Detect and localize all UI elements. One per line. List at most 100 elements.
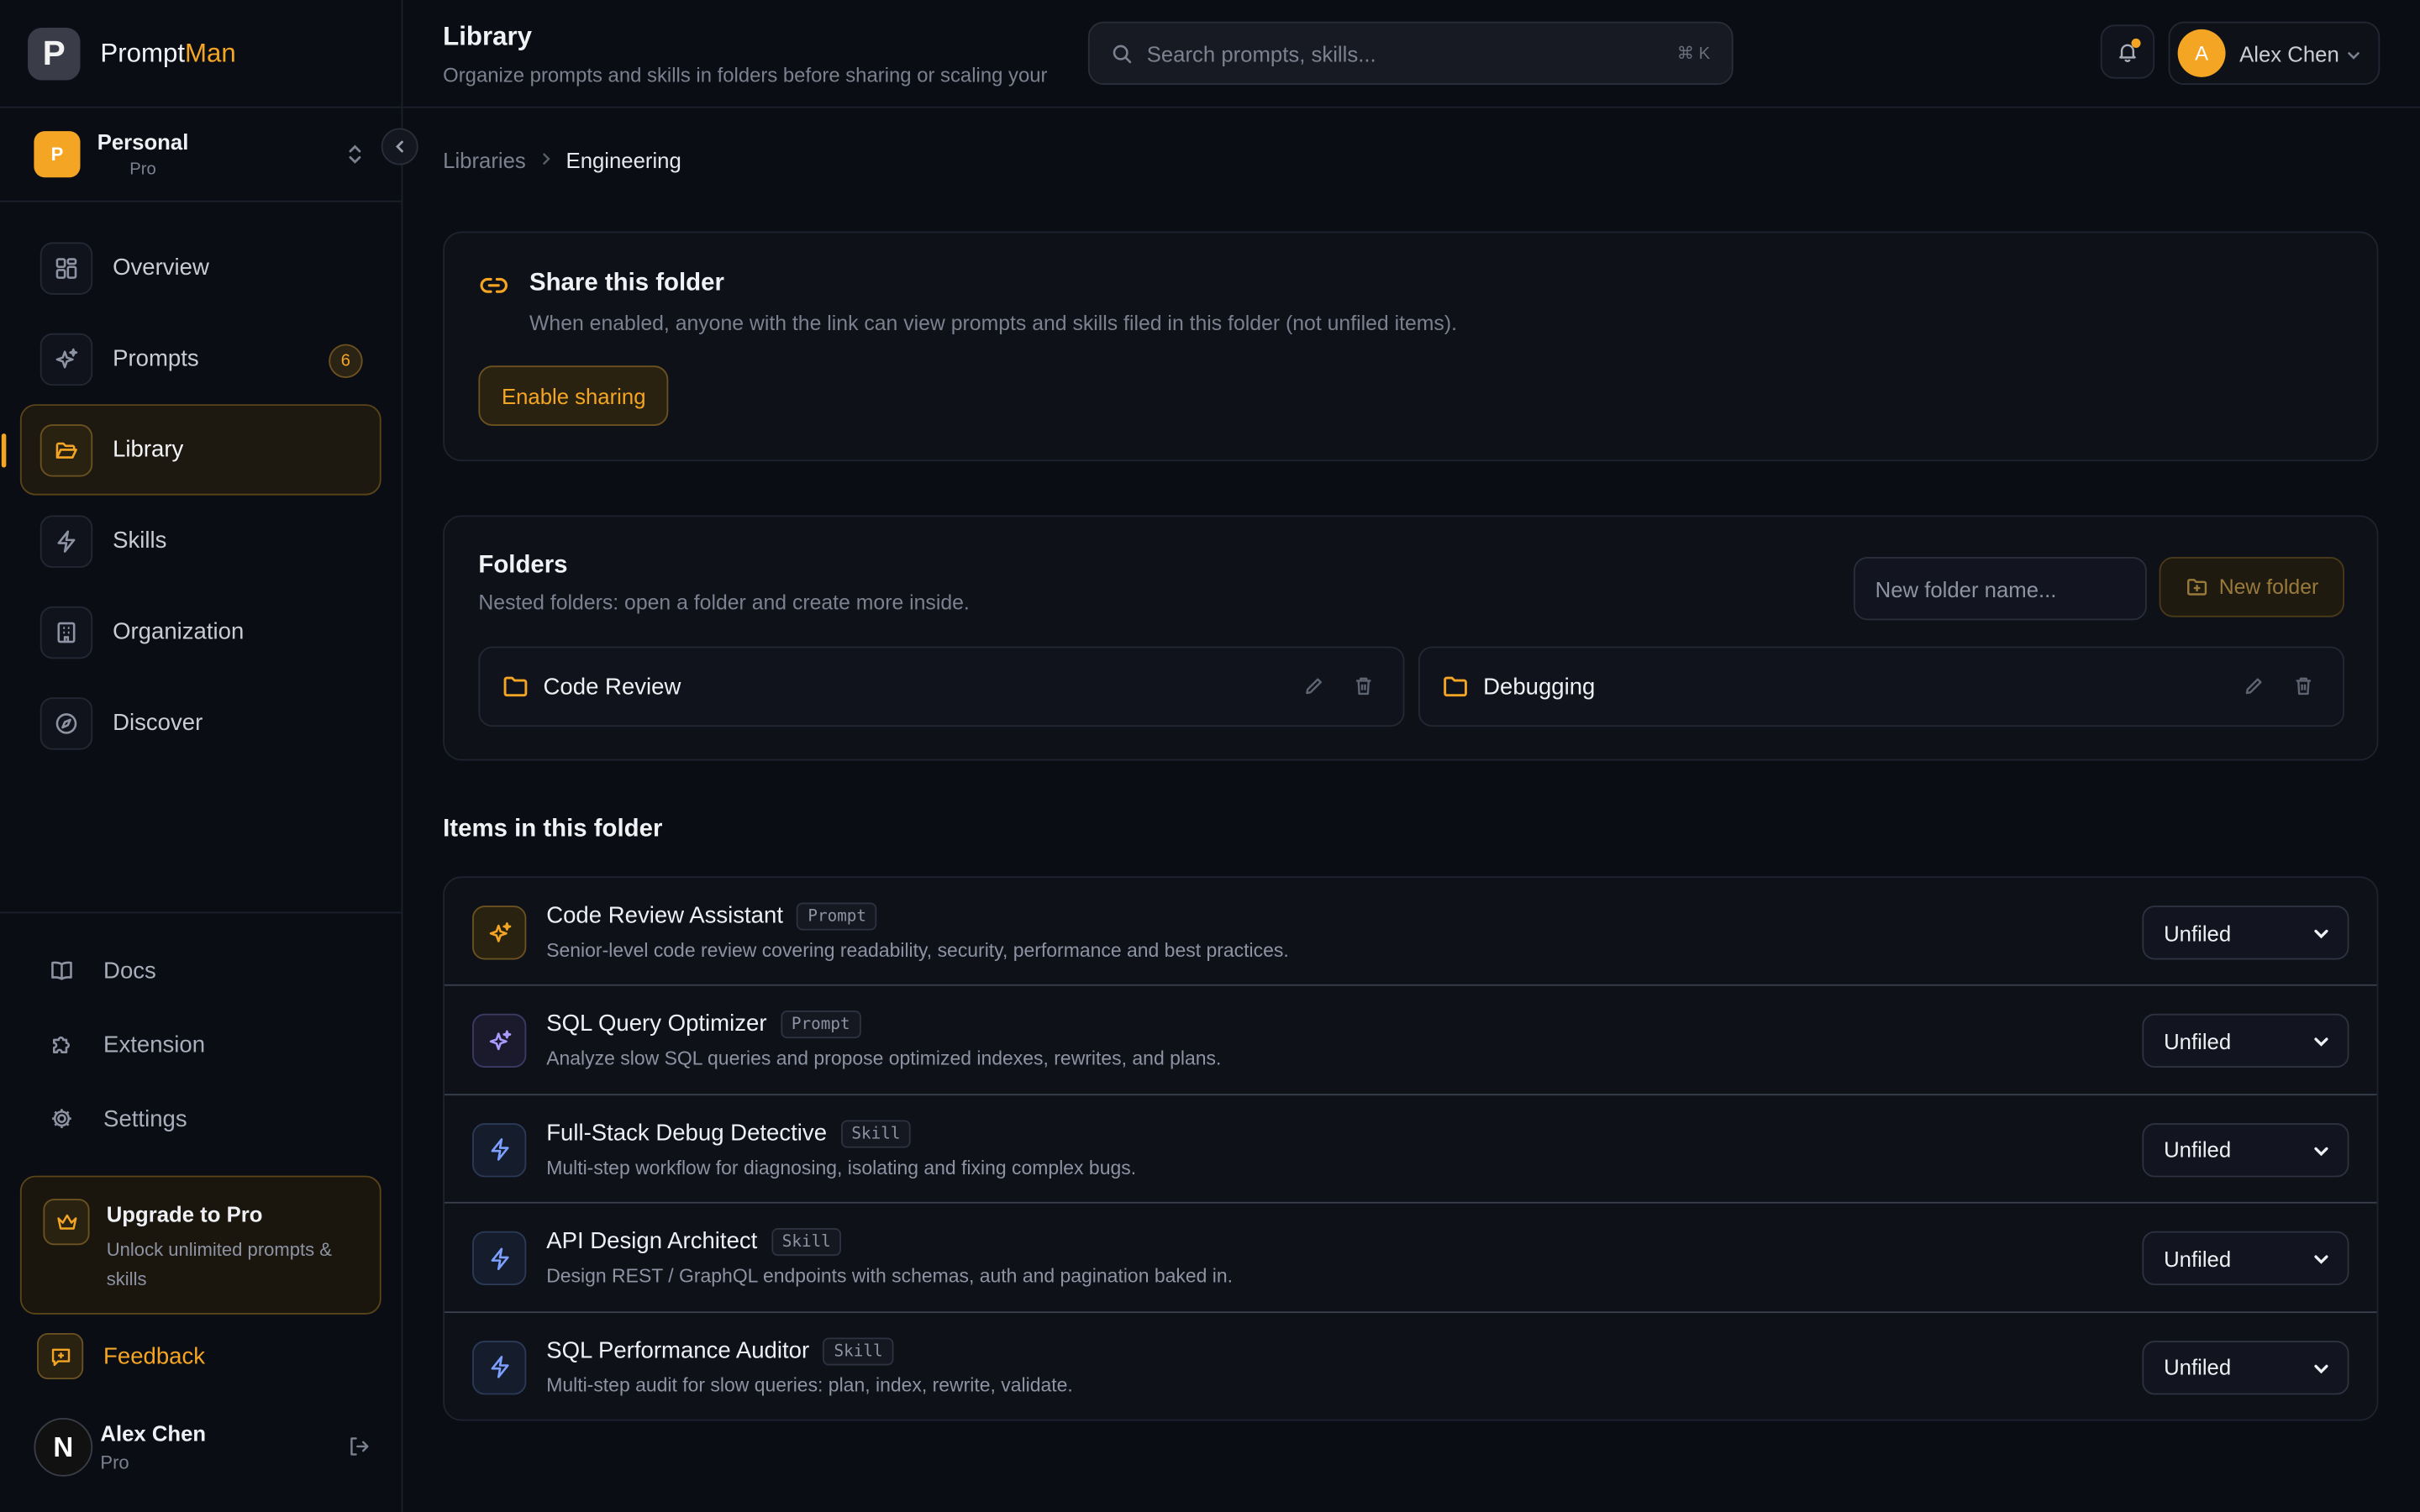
folder-select[interactable]: Unfiled bbox=[2142, 1122, 2349, 1178]
crown-icon bbox=[43, 1199, 90, 1246]
list-item[interactable]: Full-Stack Debug Detective Skill Multi-st… bbox=[444, 1095, 2377, 1204]
collapse-sidebar-button[interactable] bbox=[381, 128, 418, 165]
list-item[interactable]: SQL Query Optimizer Prompt Analyze slow S… bbox=[444, 986, 2377, 1095]
sidebar-link-label: Settings bbox=[103, 1105, 187, 1132]
brand-name-part1: Prompt bbox=[100, 38, 186, 67]
breadcrumb-current: Engineering bbox=[566, 148, 681, 173]
item-name: API Design Architect bbox=[546, 1228, 758, 1255]
folder-tile[interactable]: Code Review bbox=[478, 646, 1405, 727]
nav-item-skills[interactable]: Skills bbox=[20, 496, 381, 586]
folder-select[interactable]: Unfiled bbox=[2142, 1014, 2349, 1068]
user-menu[interactable]: A Alex Chen bbox=[2168, 21, 2381, 86]
sidebar-link-settings[interactable]: Settings bbox=[0, 1082, 402, 1156]
nav-item-organization[interactable]: Organization bbox=[20, 586, 381, 677]
nav-label: Overview bbox=[113, 255, 209, 281]
book-icon bbox=[48, 958, 76, 983]
feedback-button[interactable]: Feedback bbox=[20, 1322, 381, 1390]
list-item[interactable]: API Design Architect Skill Design REST / … bbox=[444, 1204, 2377, 1313]
sidebar-user[interactable]: N Alex Chen Pro bbox=[34, 1417, 373, 1477]
page-title: Library bbox=[443, 21, 533, 51]
folder-plus-icon bbox=[2185, 575, 2208, 599]
chevron-down-icon bbox=[2312, 1358, 2330, 1377]
sparkles-icon bbox=[39, 332, 93, 386]
notification-dot bbox=[2131, 38, 2141, 48]
link-icon bbox=[478, 270, 509, 308]
nav-label: Skills bbox=[113, 528, 167, 554]
folder-select-value: Unfiled bbox=[2164, 920, 2232, 946]
sparkles-icon bbox=[472, 906, 527, 960]
zap-icon bbox=[39, 514, 93, 568]
brand[interactable]: P PromptMan bbox=[0, 0, 402, 108]
new-folder-label: New folder bbox=[2218, 575, 2319, 599]
folder-tile[interactable]: Debugging bbox=[1418, 646, 2345, 727]
enable-sharing-button[interactable]: Enable sharing bbox=[478, 365, 670, 426]
sidebar: P PromptMan P Personal Pro Overview Prom… bbox=[0, 0, 418, 1512]
folder-name: Code Review bbox=[543, 673, 681, 700]
folder-select-value: Unfiled bbox=[2164, 1246, 2232, 1271]
pencil-icon[interactable] bbox=[1302, 675, 1326, 706]
folder-select-value: Unfiled bbox=[2164, 1354, 2232, 1380]
folder-select[interactable]: Unfiled bbox=[2142, 1231, 2349, 1286]
sidebar-link-label: Docs bbox=[103, 957, 156, 984]
item-type-badge: Prompt bbox=[797, 902, 877, 931]
folders-subtitle: Nested folders: open a folder and create… bbox=[478, 591, 970, 615]
folder-select-value: Unfiled bbox=[2164, 1028, 2232, 1054]
breadcrumb-libraries[interactable]: Libraries bbox=[443, 148, 526, 172]
sidebar-link-docs[interactable]: Docs bbox=[0, 933, 402, 1007]
folder-select[interactable]: Unfiled bbox=[2142, 906, 2349, 960]
new-folder-name-input[interactable] bbox=[1853, 557, 2147, 621]
workspace-avatar: P bbox=[34, 131, 81, 178]
pencil-icon[interactable] bbox=[2243, 675, 2266, 706]
folders-card: Folders Nested folders: open a folder an… bbox=[443, 515, 2379, 761]
trash-icon[interactable] bbox=[2292, 675, 2316, 706]
search-icon bbox=[1111, 43, 1133, 65]
puzzle-icon bbox=[48, 1032, 76, 1057]
upgrade-to-pro-card[interactable]: Upgrade to Pro Unlock unlimited prompts … bbox=[19, 1175, 381, 1315]
grid-icon bbox=[39, 241, 93, 294]
item-description: Senior-level code review covering readab… bbox=[546, 939, 1289, 962]
nav-item-library[interactable]: Library bbox=[1, 404, 381, 496]
nav-label: Organization bbox=[113, 618, 245, 645]
workspace-plan: Pro bbox=[129, 160, 156, 180]
workspace-switcher[interactable]: P Personal Pro bbox=[0, 108, 402, 202]
item-name: Code Review Assistant bbox=[546, 902, 783, 929]
sidebar-link-extension[interactable]: Extension bbox=[0, 1007, 402, 1081]
share-description: When enabled, anyone with the link can v… bbox=[529, 312, 1457, 335]
item-description: Multi-step audit for slow queries: plan,… bbox=[546, 1373, 1073, 1396]
avatar: N bbox=[34, 1417, 93, 1477]
page-subtitle: Organize prompts and skills in folders b… bbox=[443, 63, 1048, 87]
brand-name: PromptMan bbox=[100, 38, 235, 69]
item-description: Multi-step workflow for diagnosing, isol… bbox=[546, 1157, 1137, 1179]
nav-item-prompts[interactable]: Prompts 6 bbox=[20, 313, 381, 404]
sparkles-icon bbox=[472, 1014, 527, 1068]
main-content: Library Organize prompts and skills in f… bbox=[402, 0, 2420, 1512]
list-item[interactable]: Code Review Assistant Prompt Senior-level… bbox=[444, 878, 2377, 987]
folder-select[interactable]: Unfiled bbox=[2142, 1340, 2349, 1394]
item-name: Full-Stack Debug Detective bbox=[546, 1120, 828, 1147]
new-folder-button[interactable]: New folder bbox=[2159, 557, 2345, 617]
gear-icon bbox=[48, 1106, 76, 1131]
folders-title: Folders bbox=[478, 552, 568, 579]
logout-icon[interactable] bbox=[347, 1435, 371, 1466]
sidebar-secondary-links: Docs Extension Settings bbox=[0, 911, 402, 1156]
chevron-down-icon bbox=[2312, 1250, 2330, 1268]
notifications-button[interactable] bbox=[2100, 24, 2155, 79]
sidebar-user-name: Alex Chen bbox=[100, 1420, 207, 1446]
search-shortcut-hint: ⌘ K bbox=[1676, 45, 1711, 64]
chevron-down-icon bbox=[2312, 1142, 2330, 1160]
zap-icon bbox=[472, 1340, 527, 1394]
compass-icon bbox=[39, 696, 93, 749]
item-description: Design REST / GraphQL endpoints with sch… bbox=[546, 1265, 1234, 1288]
item-type-badge: Skill bbox=[823, 1336, 894, 1365]
nav-item-overview[interactable]: Overview bbox=[20, 222, 381, 312]
item-type-badge: Skill bbox=[771, 1228, 842, 1257]
nav-item-discover[interactable]: Discover bbox=[20, 677, 381, 768]
folder-name: Debugging bbox=[1483, 673, 1596, 700]
search-input[interactable] bbox=[1146, 40, 1656, 66]
share-title: Share this folder bbox=[529, 270, 724, 297]
trash-icon[interactable] bbox=[1352, 675, 1376, 706]
chevron-left-icon bbox=[396, 140, 403, 153]
search-box[interactable]: ⌘ K bbox=[1087, 21, 1733, 86]
items-list: Code Review Assistant Prompt Senior-level… bbox=[443, 876, 2379, 1421]
list-item[interactable]: SQL Performance Auditor Skill Multi-step … bbox=[445, 1312, 2377, 1420]
